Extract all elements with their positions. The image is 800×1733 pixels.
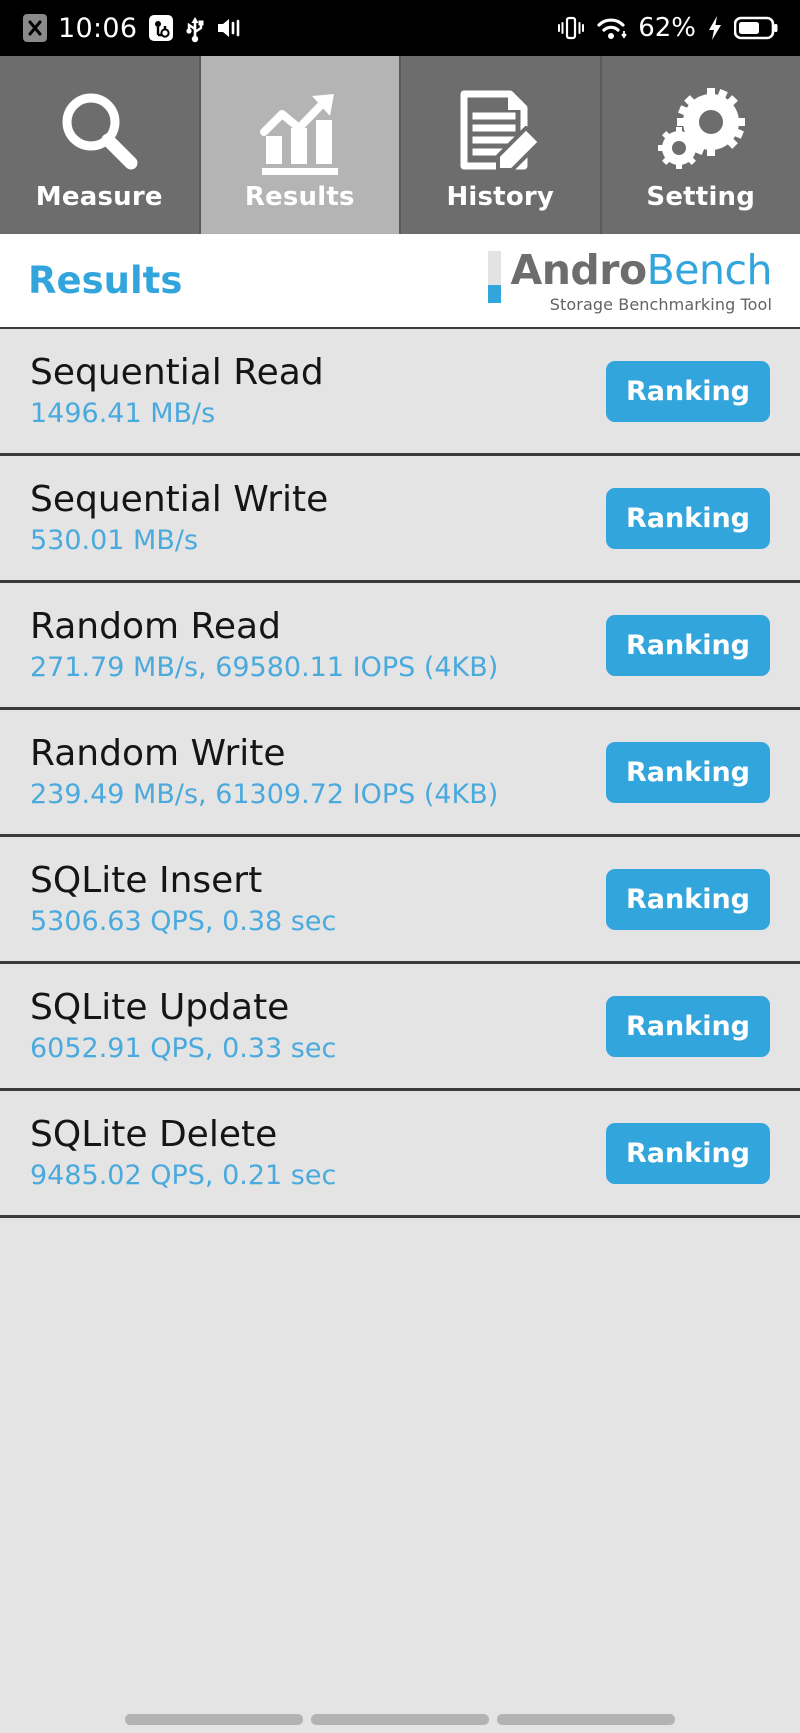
result-value: 9485.02 QPS, 0.21 sec — [30, 1160, 337, 1191]
result-texts: SQLite Insert 5306.63 QPS, 0.38 sec — [30, 860, 337, 937]
usb-icon — [185, 13, 205, 43]
result-texts: SQLite Delete 9485.02 QPS, 0.21 sec — [30, 1114, 337, 1191]
result-title: SQLite Update — [30, 987, 290, 1028]
status-bar-clock: 10:06 — [58, 12, 138, 44]
gears-icon — [655, 84, 747, 180]
result-texts: Random Write 239.49 MB/s, 61309.72 IOPS … — [30, 733, 499, 810]
result-value: 5306.63 QPS, 0.38 sec — [30, 906, 337, 937]
ranking-button[interactable]: Ranking — [606, 487, 770, 549]
usb-debug-icon — [147, 13, 175, 43]
wifi-icon — [595, 14, 627, 42]
table-row[interactable]: Random Read 271.79 MB/s, 69580.11 IOPS (… — [0, 583, 800, 710]
volume-mute-icon — [215, 14, 243, 42]
table-row[interactable]: Sequential Read 1496.41 MB/s Ranking — [0, 329, 800, 456]
x-badge-icon — [22, 13, 48, 43]
result-title: SQLite Insert — [30, 860, 263, 901]
androbench-logo: AndroBench Storage Benchmarking Tool — [488, 247, 773, 314]
page-title: Results — [28, 259, 183, 302]
ranking-button[interactable]: Ranking — [606, 741, 770, 803]
logo-wordmark: AndroBench — [510, 250, 772, 291]
tab-history[interactable]: History — [401, 56, 602, 234]
ranking-button[interactable]: Ranking — [606, 614, 770, 676]
table-row[interactable]: Sequential Write 530.01 MB/s Ranking — [0, 456, 800, 583]
nav-home-pill[interactable] — [311, 1714, 489, 1725]
ranking-button[interactable]: Ranking — [606, 995, 770, 1057]
result-value: 1496.41 MB/s — [30, 398, 216, 429]
tab-results-label: Results — [244, 182, 355, 212]
result-texts: SQLite Update 6052.91 QPS, 0.33 sec — [30, 987, 337, 1064]
tab-history-label: History — [446, 182, 555, 212]
status-bar-right: 62% — [558, 13, 778, 43]
result-value: 530.01 MB/s — [30, 525, 199, 556]
result-value: 6052.91 QPS, 0.33 sec — [30, 1033, 337, 1064]
logo-tagline: Storage Benchmarking Tool — [549, 294, 772, 314]
ranking-button[interactable]: Ranking — [606, 868, 770, 930]
status-bar: 10:06 62% — [0, 0, 800, 56]
result-texts: Random Read 271.79 MB/s, 69580.11 IOPS (… — [30, 606, 499, 683]
document-pencil-icon — [454, 84, 546, 180]
status-bar-left: 10:06 — [22, 13, 243, 44]
logo-word-andro: Andro — [510, 246, 647, 295]
logo-word-bench: Bench — [646, 246, 773, 295]
bar-chart-arrow-icon — [254, 84, 346, 180]
result-title: Sequential Write — [30, 479, 329, 520]
ranking-button[interactable]: Ranking — [606, 1122, 770, 1184]
table-row[interactable]: Random Write 239.49 MB/s, 61309.72 IOPS … — [0, 710, 800, 837]
nav-recents-pill[interactable] — [497, 1714, 675, 1725]
tab-setting[interactable]: Setting — [601, 56, 800, 234]
result-texts: Sequential Write 530.01 MB/s — [30, 479, 329, 556]
result-value: 271.79 MB/s, 69580.11 IOPS (4KB) — [30, 652, 499, 683]
system-navigation-bar — [0, 1673, 800, 1733]
result-title: SQLite Delete — [30, 1114, 278, 1155]
result-texts: Sequential Read 1496.41 MB/s — [30, 352, 324, 429]
nav-back-pill[interactable] — [125, 1714, 303, 1725]
battery-icon — [734, 15, 778, 41]
result-value: 239.49 MB/s, 61309.72 IOPS (4KB) — [30, 779, 499, 810]
page-header: Results AndroBench Storage Benchmarking … — [0, 234, 800, 329]
main-tab-bar: Measure Results History Setting — [0, 56, 800, 234]
table-row[interactable]: SQLite Delete 9485.02 QPS, 0.21 sec Rank… — [0, 1091, 800, 1218]
vibrate-icon — [558, 14, 585, 42]
ranking-button[interactable]: Ranking — [606, 360, 770, 422]
result-title: Sequential Read — [30, 352, 324, 393]
app-screen: 10:06 62% Measure Results History Settin… — [0, 0, 800, 1733]
logo-accent-bar — [488, 251, 502, 304]
results-list: Sequential Read 1496.41 MB/s Ranking Seq… — [0, 329, 800, 1673]
magnifier-icon — [53, 84, 145, 180]
table-row[interactable]: SQLite Update 6052.91 QPS, 0.33 sec Rank… — [0, 964, 800, 1091]
tab-measure[interactable]: Measure — [0, 56, 201, 234]
result-title: Random Read — [30, 606, 281, 647]
tab-measure-label: Measure — [35, 182, 163, 212]
battery-percent-label: 62% — [638, 13, 696, 43]
result-title: Random Write — [30, 733, 286, 774]
table-row[interactable]: SQLite Insert 5306.63 QPS, 0.38 sec Rank… — [0, 837, 800, 964]
tab-results[interactable]: Results — [200, 56, 401, 234]
logo-text: AndroBench Storage Benchmarking Tool — [510, 250, 772, 314]
charging-bolt-icon — [707, 14, 723, 42]
tab-setting-label: Setting — [646, 182, 756, 212]
